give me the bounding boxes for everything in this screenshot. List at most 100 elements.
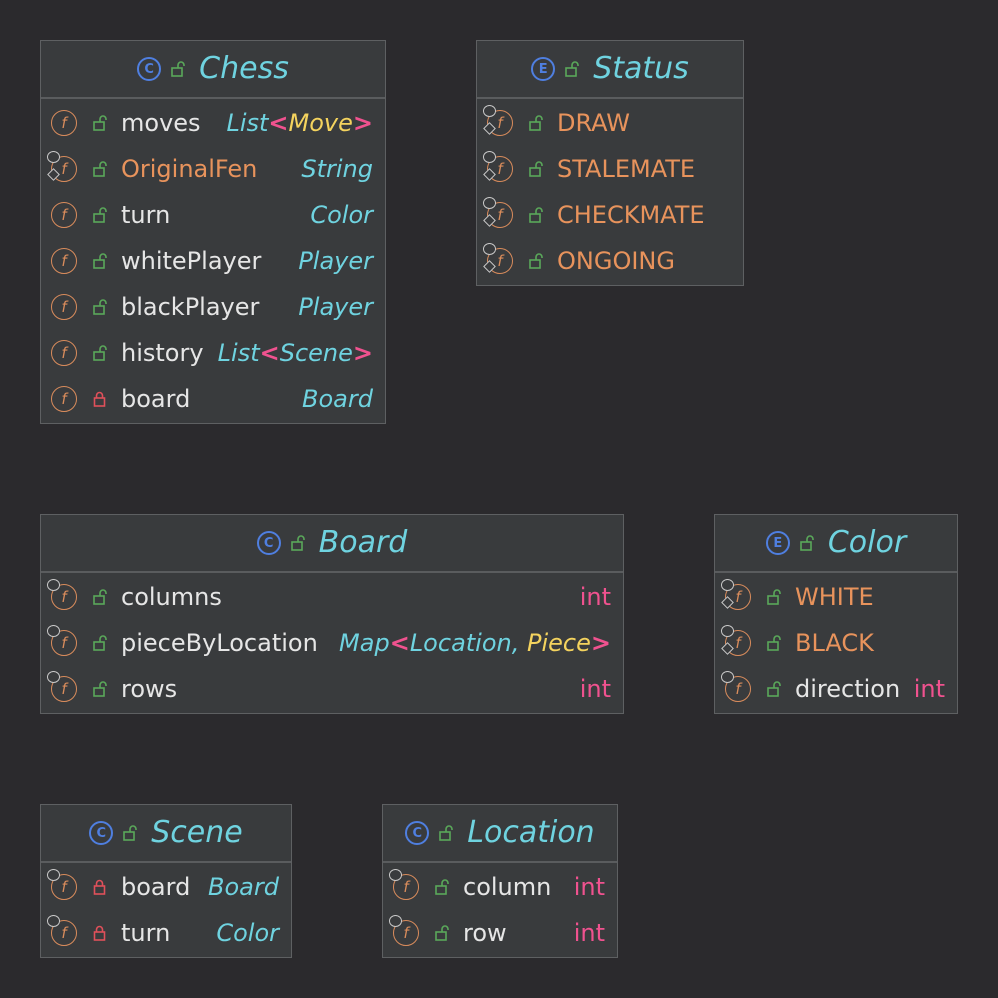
unlocked-icon [123,825,138,841]
field-row[interactable]: f column int [383,864,617,910]
unlocked-icon [435,925,449,941]
enum-constant-row[interactable]: f DRAW [477,100,743,146]
static-field-icon: f [483,105,513,136]
field-row[interactable]: f direction int [715,666,957,712]
field-type: Player [298,293,373,321]
unlocked-icon [529,161,543,177]
field-type: int [579,583,611,611]
enum-constant: WHITE [795,583,874,611]
field-row[interactable]: f blackPlayer Player [41,284,385,330]
class-title: Location [467,815,595,850]
static-field-icon: f [47,151,77,182]
unlocked-icon [171,61,185,77]
field-type: Color [216,919,279,947]
unlocked-icon [435,879,449,895]
unlocked-icon [767,589,781,605]
class-title: Board [318,525,408,560]
unlocked-icon [93,345,107,361]
field-type: int [579,675,611,703]
enum-constant-row[interactable]: f STALEMATE [477,146,743,192]
field-row[interactable]: f pieceByLocation Map<Location, Piece> [41,620,623,666]
final-field-icon: f [721,671,751,702]
field-name: column [463,873,552,901]
static-field-icon: f [483,151,513,182]
unlocked-icon [93,115,107,131]
enum-header[interactable]: E Color [715,515,957,573]
enum-constant-row[interactable]: f WHITE [715,574,957,620]
final-field-icon: f [47,671,77,702]
unlocked-icon [93,161,107,177]
unlocked-icon [439,825,454,841]
class-box-chess[interactable]: C Chess f moves List<Move> f OriginalFen… [40,40,386,424]
field-name: board [121,385,191,413]
field-row[interactable]: f board Board [41,376,385,422]
class-circle-icon: C [405,821,430,845]
class-box-scene[interactable]: C Scene f board Board f turn Color [40,804,292,958]
unlocked-icon [93,207,107,223]
field-name: board [121,873,191,901]
field-name: turn [121,919,171,947]
field-type: int [573,873,605,901]
static-field-icon: f [721,579,751,610]
field-type: Map<Location, Piece> [339,629,611,657]
field-name: rows [121,675,178,703]
field-row[interactable]: f whitePlayer Player [41,238,385,284]
field-name: columns [121,583,222,611]
field-circle-icon: f [51,110,77,136]
class-header[interactable]: C Scene [41,805,291,863]
unlocked-icon [565,61,579,77]
locked-icon [93,879,106,895]
field-name: pieceByLocation [121,629,318,657]
unlocked-icon [529,253,543,269]
class-header[interactable]: C Location [383,805,617,863]
field-name: OriginalFen [121,155,258,183]
field-row[interactable]: f row int [383,910,617,956]
class-circle-icon: C [137,57,162,81]
static-field-icon: f [483,197,513,228]
field-row[interactable]: f columns int [41,574,623,620]
field-row[interactable]: f turn Color [41,910,291,956]
field-circle-icon: f [51,248,77,274]
class-title: Scene [151,815,243,850]
unlocked-icon [800,535,814,551]
class-box-location[interactable]: C Location f column int f row int [382,804,618,958]
enum-header[interactable]: E Status [477,41,743,99]
field-type: int [913,675,945,703]
enum-circle-icon: E [531,57,556,81]
enum-constant: CHECKMATE [557,201,705,229]
enum-constant-row[interactable]: f BLACK [715,620,957,666]
static-field-icon: f [483,243,513,274]
enum-box-status[interactable]: E Status f DRAW f STALEMATE f CHECKMATE … [476,40,744,286]
field-row[interactable]: f history List<Scene> [41,330,385,376]
field-circle-icon: f [51,386,77,412]
final-field-icon: f [47,869,77,900]
final-field-icon: f [47,915,77,946]
unlocked-icon [290,535,305,551]
class-box-board[interactable]: C Board f columns int f pieceByLocation … [40,514,624,714]
field-row[interactable]: f rows int [41,666,623,712]
enum-constant-row[interactable]: f ONGOING [477,238,743,284]
enum-title: Status [593,51,689,86]
unlocked-icon [767,681,781,697]
field-row[interactable]: f board Board [41,864,291,910]
final-field-icon: f [389,869,419,900]
locked-icon [93,391,106,407]
field-row[interactable]: f OriginalFen String [41,146,385,192]
enum-box-color[interactable]: E Color f WHITE f BLACK f direction int [714,514,958,714]
field-name: whitePlayer [121,247,262,275]
enum-constant: ONGOING [557,247,675,275]
field-type: List<Scene> [217,339,373,367]
field-circle-icon: f [51,202,77,228]
class-header[interactable]: C Chess [41,41,385,99]
field-name: direction [795,675,901,703]
unlocked-icon [767,635,781,651]
field-type: Color [310,201,373,229]
field-type: int [573,919,605,947]
field-row[interactable]: f turn Color [41,192,385,238]
final-field-icon: f [47,625,77,656]
class-header[interactable]: C Board [41,515,623,573]
field-row[interactable]: f moves List<Move> [41,100,385,146]
enum-circle-icon: E [765,531,790,555]
field-name: row [463,919,507,947]
enum-constant-row[interactable]: f CHECKMATE [477,192,743,238]
